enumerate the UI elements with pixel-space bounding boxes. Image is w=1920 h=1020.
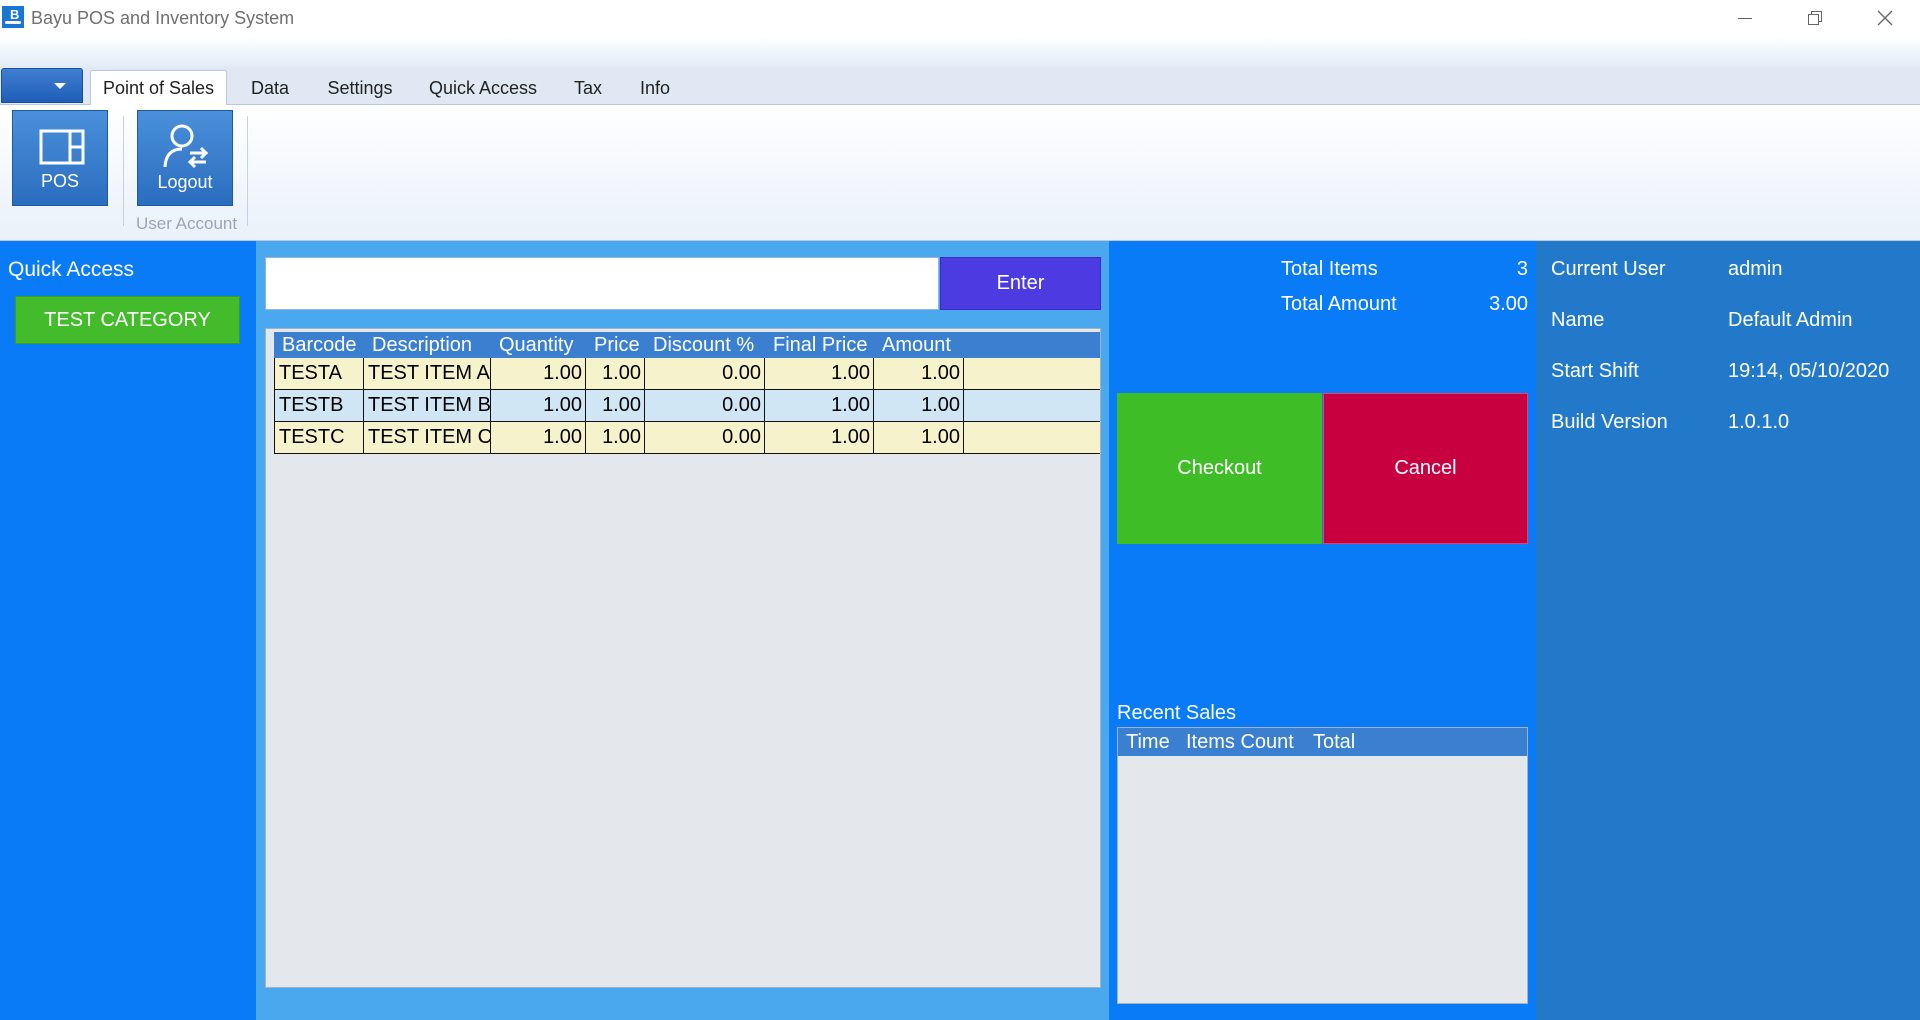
pos-button-label: POS: [40, 171, 79, 191]
total-amount-value: 3.00: [1489, 293, 1528, 315]
cell-amount[interactable]: 1.00: [874, 358, 964, 390]
cell-price[interactable]: 1.00: [586, 390, 645, 422]
quick-access-title: Quick Access: [8, 258, 135, 281]
pos-button[interactable]: POS: [12, 110, 108, 206]
total-items-value: 3: [1516, 258, 1528, 280]
recent-sales-grid[interactable]: Time Items Count Total: [1117, 727, 1528, 1004]
cell-barcode[interactable]: TESTB: [274, 390, 364, 422]
restore-icon: [1808, 11, 1822, 25]
start-shift-label: Start Shift: [1551, 360, 1639, 382]
close-icon: [1877, 10, 1893, 26]
column-header-quantity[interactable]: Quantity: [491, 332, 573, 358]
window-title: Bayu POS and Inventory System: [31, 8, 295, 28]
cell-discount[interactable]: 0.00: [645, 390, 765, 422]
cell-final-price[interactable]: 1.00: [765, 422, 874, 454]
items-grid[interactable]: Barcode Description Quantity Price Disco…: [265, 328, 1101, 988]
column-header-final-price[interactable]: Final Price: [765, 332, 867, 358]
current-user-value: admin: [1728, 258, 1783, 280]
barcode-input[interactable]: [265, 257, 939, 310]
column-header-description[interactable]: Description: [364, 332, 472, 358]
current-user-label: Current User: [1551, 258, 1666, 280]
category-button[interactable]: TEST CATEGORY: [15, 296, 240, 344]
cancel-button[interactable]: Cancel: [1323, 393, 1528, 544]
name-value: Default Admin: [1728, 309, 1853, 331]
cell-amount[interactable]: 1.00: [874, 390, 964, 422]
tab-info[interactable]: Info: [626, 70, 684, 106]
close-button[interactable]: [1850, 0, 1920, 36]
build-version-value: 1.0.1.0: [1728, 411, 1790, 433]
tab-point-of-sales[interactable]: Point of Sales: [90, 70, 227, 106]
column-header-price[interactable]: Price: [586, 332, 640, 358]
logout-button[interactable]: Logout: [137, 110, 233, 206]
total-items-label: Total Items: [1281, 258, 1378, 280]
quick-access-toolbar-strip: [0, 36, 1920, 68]
cell-amount[interactable]: 1.00: [874, 422, 964, 454]
app-logo-icon: B: [2, 6, 24, 28]
cell-barcode[interactable]: TESTA: [274, 358, 364, 390]
app-menu-dropdown-button[interactable]: [1, 68, 83, 103]
cell-discount[interactable]: 0.00: [645, 358, 765, 390]
cell-final-price[interactable]: 1.00: [765, 358, 874, 390]
grid-header: Barcode Description Quantity Price Disco…: [274, 332, 1100, 358]
total-amount-label: Total Amount: [1281, 293, 1397, 315]
minimize-button[interactable]: [1710, 0, 1780, 36]
cell-filler: [964, 358, 1100, 390]
name-label: Name: [1551, 309, 1605, 331]
build-version-label: Build Version: [1551, 411, 1668, 433]
ribbon-separator: [123, 116, 124, 226]
cell-description[interactable]: TEST ITEM A: [364, 358, 491, 390]
cell-price[interactable]: 1.00: [586, 422, 645, 454]
column-header-items-count[interactable]: Items Count: [1186, 728, 1294, 756]
column-header-amount[interactable]: Amount: [874, 332, 951, 358]
table-row[interactable]: TESTA TEST ITEM A 1.00 1.00 0.00 1.00 1.…: [274, 358, 1100, 390]
cell-description[interactable]: TEST ITEM B: [364, 390, 491, 422]
cell-barcode[interactable]: TESTC: [274, 422, 364, 454]
checkout-button[interactable]: Checkout: [1117, 393, 1322, 544]
recent-sales-header: Time Items Count Total: [1118, 728, 1527, 756]
recent-sales-title: Recent Sales: [1117, 702, 1236, 724]
enter-button[interactable]: Enter: [940, 257, 1101, 310]
tab-quick-access[interactable]: Quick Access: [420, 70, 546, 106]
start-shift-value: 19:14, 05/10/2020: [1728, 360, 1890, 382]
table-row[interactable]: TESTC TEST ITEM C 1.00 1.00 0.00 1.00 1.…: [274, 422, 1100, 454]
cell-quantity[interactable]: 1.00: [491, 390, 586, 422]
ribbon-group-label: User Account: [136, 214, 238, 233]
column-header-time[interactable]: Time: [1126, 728, 1170, 756]
logout-button-label: Logout: [157, 172, 213, 192]
user-switch-icon: [163, 124, 209, 169]
session-info-panel: [1536, 241, 1920, 1020]
cell-quantity[interactable]: 1.00: [491, 422, 586, 454]
restore-button[interactable]: [1780, 0, 1850, 36]
tab-tax[interactable]: Tax: [560, 70, 616, 106]
minimize-icon: [1738, 18, 1752, 19]
table-row[interactable]: TESTB TEST ITEM B 1.00 1.00 0.00 1.00 1.…: [274, 390, 1100, 422]
cell-quantity[interactable]: 1.00: [491, 358, 586, 390]
cell-final-price[interactable]: 1.00: [765, 390, 874, 422]
cell-price[interactable]: 1.00: [586, 358, 645, 390]
ribbon-panel: [0, 105, 1920, 241]
cell-filler: [964, 390, 1100, 422]
tab-settings[interactable]: Settings: [314, 70, 406, 106]
quick-access-panel: [0, 241, 256, 1020]
column-header-barcode[interactable]: Barcode: [274, 332, 357, 358]
column-header-total[interactable]: Total: [1313, 728, 1355, 756]
cell-description[interactable]: TEST ITEM C: [364, 422, 491, 454]
cell-discount[interactable]: 0.00: [645, 422, 765, 454]
ribbon-separator: [247, 116, 248, 226]
cell-filler: [964, 422, 1100, 454]
title-bar: B Bayu POS and Inventory System: [0, 0, 1920, 36]
pos-window-icon: [39, 129, 85, 165]
column-header-discount[interactable]: Discount %: [645, 332, 754, 358]
tab-data[interactable]: Data: [236, 70, 304, 106]
